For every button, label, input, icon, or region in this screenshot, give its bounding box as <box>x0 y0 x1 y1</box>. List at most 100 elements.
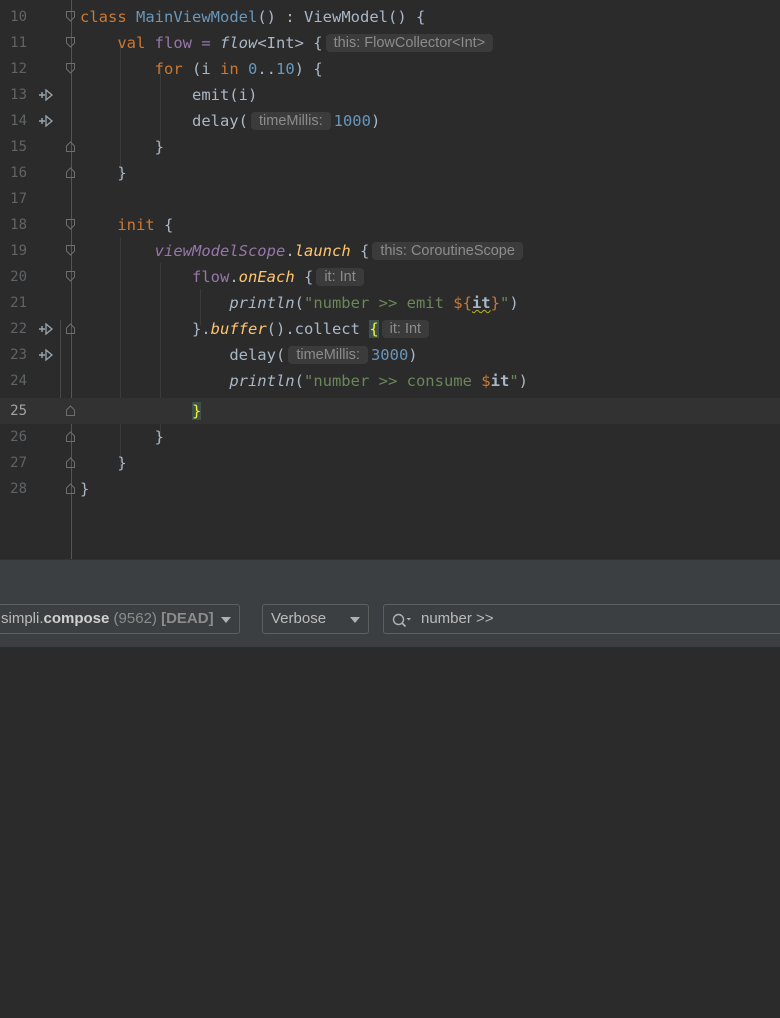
fold-marker-icon[interactable] <box>66 405 75 416</box>
fold-marker-icon[interactable] <box>66 11 75 22</box>
code-text: it <box>490 372 510 390</box>
fold-marker-icon[interactable] <box>66 431 75 442</box>
code-editor[interactable]: 10 class MainViewModel() : ViewModel() {… <box>0 0 780 559</box>
code-text: ().collect <box>266 320 370 338</box>
code-line: 18 init { <box>0 212 780 238</box>
code-text: ( <box>294 372 304 390</box>
string: " <box>499 294 510 312</box>
inlay-hint: this: CoroutineScope <box>372 242 523 260</box>
code-line: 12 for (i in 0..10) { <box>0 56 780 82</box>
fn-call: flow <box>219 34 258 52</box>
log-search-input[interactable]: number >> <box>383 604 780 634</box>
template: ${ <box>453 294 472 312</box>
process-package: simpli. <box>1 610 44 627</box>
process-pid: (9562) <box>113 610 157 627</box>
fold-marker-icon[interactable] <box>66 245 75 256</box>
dropdown-arrow-icon <box>350 617 360 623</box>
code-text: <Int> { <box>257 34 323 52</box>
line-number: 21 <box>10 295 27 311</box>
line-number: 23 <box>10 347 27 363</box>
code-text: . <box>285 242 295 260</box>
fold-marker-icon[interactable] <box>66 167 75 178</box>
inlay-hint: timeMillis: <box>250 112 331 130</box>
matched-brace: { <box>369 320 379 338</box>
code-line: 11 val flow = flow<Int> {this: FlowColle… <box>0 30 780 56</box>
line-number: 27 <box>10 455 27 471</box>
matched-brace: } <box>191 402 202 420</box>
code-text: delay( <box>229 346 286 364</box>
line-number: 25 <box>10 403 27 419</box>
code-text: }. <box>191 320 211 338</box>
suspend-call-icon <box>38 321 54 337</box>
suspend-call-icon <box>38 113 54 129</box>
kw: val <box>117 34 146 52</box>
code-line: 27 } <box>0 450 780 476</box>
code-line: 17 <box>0 186 780 212</box>
line-number: 12 <box>10 61 27 77</box>
line-number: 24 <box>10 373 27 389</box>
line-number: 16 <box>10 165 27 181</box>
template: } <box>490 294 500 312</box>
code-text: delay( <box>191 112 248 130</box>
kw: class <box>80 8 127 26</box>
fold-marker-icon[interactable] <box>66 219 75 230</box>
dropdown-arrow-icon <box>221 617 231 623</box>
log-level-selector[interactable]: Verbose <box>262 604 369 634</box>
fold-marker-icon[interactable] <box>66 37 75 48</box>
code-line: 24 println("number >> consume $it") <box>0 368 780 394</box>
code-text: it <box>471 294 491 312</box>
num: 10 <box>276 60 295 78</box>
code-text: ( <box>294 294 304 312</box>
code-line: 19 viewModelScope.launch {this: Coroutin… <box>0 238 780 264</box>
code-text: } <box>154 138 164 156</box>
code-line: 26 } <box>0 424 780 450</box>
line-number: 26 <box>10 429 27 445</box>
fold-marker-icon[interactable] <box>66 323 75 334</box>
fn-call: onEach <box>238 268 295 286</box>
inlay-hint: it: Int <box>381 320 430 338</box>
code-text: () : ViewModel() { <box>257 8 426 26</box>
current-line: 25 } <box>0 398 780 424</box>
code-text: flow <box>191 268 230 286</box>
code-line: 22 }.buffer().collect {it: Int <box>0 316 780 342</box>
string: " <box>509 372 519 390</box>
code-line: 15 } <box>0 134 780 160</box>
code-text: } <box>154 428 164 446</box>
process-selector[interactable]: simpli.compose (9562) [DEAD] <box>0 604 240 634</box>
code-text: { <box>154 216 174 234</box>
code-line: 10 class MainViewModel() : ViewModel() { <box>0 4 780 30</box>
code-line: 28 } <box>0 476 780 502</box>
line-number: 22 <box>10 321 27 337</box>
class-name: MainViewModel <box>136 8 258 26</box>
fold-marker-icon[interactable] <box>66 141 75 152</box>
fold-marker-icon[interactable] <box>66 63 75 74</box>
code-text: } <box>117 454 127 472</box>
logcat-panel-header <box>0 559 780 595</box>
line-number: 18 <box>10 217 27 233</box>
code-text: } <box>80 480 90 498</box>
log-output-area[interactable] <box>0 648 780 1018</box>
inlay-hint: it: Int <box>316 268 364 286</box>
code-text: } <box>117 164 127 182</box>
fold-marker-icon[interactable] <box>66 483 75 494</box>
fold-marker-icon[interactable] <box>66 457 75 468</box>
code-text: ) <box>408 346 418 364</box>
fn-call: println <box>229 372 295 390</box>
fn-call: buffer <box>210 320 267 338</box>
line-number: 15 <box>10 139 27 155</box>
code-text: viewModelScope <box>154 242 286 260</box>
line-number: 13 <box>10 87 27 103</box>
fn-call: launch <box>294 242 351 260</box>
num: 3000 <box>370 346 409 364</box>
kw: in <box>219 60 239 78</box>
code-line: 14 delay(timeMillis: 1000) <box>0 108 780 134</box>
kw: for <box>154 60 183 78</box>
code-line: 16 } <box>0 160 780 186</box>
line-number: 19 <box>10 243 27 259</box>
code-text: .. <box>257 60 276 78</box>
kw: init <box>117 216 155 234</box>
template: $ <box>481 372 491 390</box>
fold-marker-icon[interactable] <box>66 271 75 282</box>
code-line: 20 flow.onEach {it: Int <box>0 264 780 290</box>
search-icon[interactable] <box>392 611 412 639</box>
